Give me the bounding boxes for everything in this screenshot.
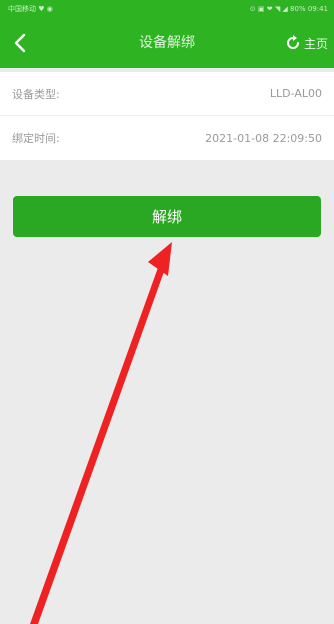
- device-type-value: LLD-AL00: [269, 87, 322, 100]
- unbind-button[interactable]: 解绑: [13, 196, 321, 237]
- chevron-left-icon: [14, 33, 26, 53]
- device-type-row: 设备类型: LLD-AL00: [0, 72, 334, 116]
- back-button[interactable]: [8, 28, 32, 58]
- arrow-head: [148, 242, 172, 276]
- status-bar-indicators: ⊙ ▣ ❤ ◥ ◢ 80% 09:41: [249, 5, 328, 13]
- bind-time-row: 绑定时间: 2021-01-08 22:09:50: [0, 116, 334, 160]
- device-info-card: 设备类型: LLD-AL00 绑定时间: 2021-01-08 22:09:50: [0, 72, 334, 160]
- home-label: 主页: [303, 36, 328, 51]
- page-title: 设备解绑: [139, 35, 195, 51]
- device-type-label: 设备类型:: [12, 87, 60, 101]
- bind-time-label: 绑定时间:: [12, 132, 60, 145]
- status-bar: 中国移动 ♥ ◉ ⊙ ▣ ❤ ◥ ◢ 80% 09:41: [0, 0, 334, 18]
- top-navigation-bar: 设备解绑 主页: [0, 18, 334, 68]
- bind-time-value: 2021-01-08 22:09:50: [205, 131, 322, 145]
- status-bar-carrier: 中国移动 ♥ ◉: [8, 5, 53, 13]
- home-refresh-icon: [287, 35, 299, 49]
- arrow-shaft: [30, 262, 166, 624]
- home-button[interactable]: 主页: [285, 30, 328, 56]
